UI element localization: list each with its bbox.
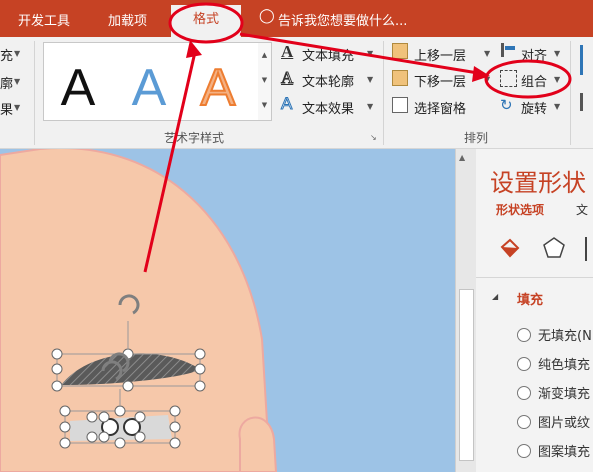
selection-pane-button[interactable]: 选择窗格 [414, 98, 466, 117]
tab-text-options[interactable]: 文 [576, 201, 588, 218]
wordart-style-orange: A [201, 59, 236, 117]
radio-gradient-fill[interactable] [517, 386, 531, 400]
text-fill-icon: A [281, 42, 294, 61]
chevron-down-icon: ▼ [14, 77, 21, 86]
ribbon-tab-bar: 开发工具 加载项 格式 ◯ 告诉我您想要做什么... [0, 0, 593, 37]
tell-me-search[interactable]: 告诉我您想要做什么... [278, 10, 407, 29]
rotate-icon: ↻ [500, 96, 513, 114]
chevron-down-icon: ▼ [484, 75, 491, 84]
chevron-down-icon: ▼ [14, 49, 21, 58]
size-icon [580, 45, 583, 75]
tab-shape-options[interactable]: 形状选项 [496, 201, 544, 218]
wordart-group-title: 艺术字样式 [164, 131, 225, 145]
align-icon [501, 43, 504, 57]
rotate-button[interactable]: 旋转 [521, 98, 547, 117]
text-outline-icon: A [280, 68, 294, 88]
chevron-down-icon: ▼ [14, 103, 21, 112]
size-properties-icon[interactable] [585, 237, 587, 261]
radio-no-fill[interactable] [517, 328, 531, 342]
pane-title: 设置形状 [490, 169, 586, 197]
option-picture-fill: 图片或纹 [538, 416, 591, 431]
effects-pentagon-icon[interactable] [542, 236, 566, 260]
shape-fill-fragment[interactable]: 充 [0, 45, 13, 64]
chevron-down-icon: ▼ [367, 102, 374, 111]
wordart-style-black: A [61, 59, 96, 117]
tab-addins[interactable]: 加载项 [108, 10, 147, 29]
gallery-scroller[interactable]: ▲ ▼ ▼ [258, 42, 272, 121]
size-icon [580, 93, 583, 111]
scrollbar-thumb[interactable] [459, 289, 474, 461]
chevron-up-icon[interactable]: ▲ [258, 43, 271, 68]
send-backward-button[interactable]: 下移一层 [414, 71, 466, 90]
shape-effect-fragment[interactable]: 果 [0, 99, 13, 118]
chevron-down-icon: ▼ [554, 102, 561, 111]
slide-canvas[interactable] [0, 149, 455, 472]
option-solid-fill: 纯色填充 [538, 358, 591, 373]
chevron-down-icon: ▼ [484, 49, 491, 58]
send-backward-icon [392, 70, 408, 86]
radio-solid-fill[interactable] [517, 357, 531, 371]
chevron-down-icon: ▼ [554, 75, 561, 84]
text-effect-icon: A [280, 94, 293, 114]
chevron-down-icon: ▼ [554, 49, 561, 58]
collapse-triangle-icon[interactable]: ◢ [492, 292, 498, 301]
chevron-up-icon[interactable]: ▲ [459, 153, 465, 162]
ribbon: 充 ▼ 廓 ▼ 果 ▼ A A A ▲ ▼ ▼ A 文本填充 ▼ A 文本轮廓 … [0, 37, 593, 149]
vertical-scrollbar[interactable]: ▲ [455, 149, 476, 472]
chevron-down-icon[interactable]: ▼ [258, 68, 271, 93]
radio-picture-fill[interactable] [517, 415, 531, 429]
chevron-down-icon: ▼ [367, 75, 374, 84]
shape-outline-fragment[interactable]: 廓 [0, 73, 13, 92]
bring-forward-icon [392, 43, 408, 59]
arrange-group-title: 排列 [464, 131, 489, 145]
radio-pattern-fill[interactable] [517, 444, 531, 458]
group-icon [500, 70, 517, 87]
text-effect-button[interactable]: 文本效果 [302, 98, 354, 117]
gallery-more-icon[interactable]: ▼ [258, 93, 271, 118]
option-gradient-fill: 渐变填充 [538, 387, 591, 402]
fill-section-header[interactable]: 填充 [517, 289, 543, 308]
option-no-fill: 无填充(N [538, 329, 592, 344]
format-shape-pane: 设置形状 形状选项 文 ◢ 填充 无填充(N 纯色填充 渐变填充 图片或纹 图案… [476, 149, 593, 472]
ear-shape [238, 416, 278, 472]
text-outline-button[interactable]: 文本轮廓 [302, 71, 354, 90]
lightbulb-icon: ◯ [259, 8, 275, 24]
wordart-style-blue: A [132, 59, 167, 117]
wordart-gallery[interactable]: A A A [43, 42, 260, 121]
bring-forward-button[interactable]: 上移一层 [414, 45, 466, 64]
group-button[interactable]: 组合 [521, 71, 547, 90]
selection-pane-icon [392, 97, 408, 113]
text-fill-button[interactable]: 文本填充 [302, 45, 354, 64]
chevron-down-icon: ▼ [367, 49, 374, 58]
fill-line-icon[interactable] [498, 237, 522, 261]
dialog-launcher-icon[interactable]: ↘ [370, 133, 377, 142]
tab-developer[interactable]: 开发工具 [18, 10, 70, 29]
option-pattern-fill: 图案填充 [538, 445, 591, 460]
tab-format[interactable]: 格式 [171, 5, 241, 37]
align-button[interactable]: 对齐 [521, 45, 547, 64]
